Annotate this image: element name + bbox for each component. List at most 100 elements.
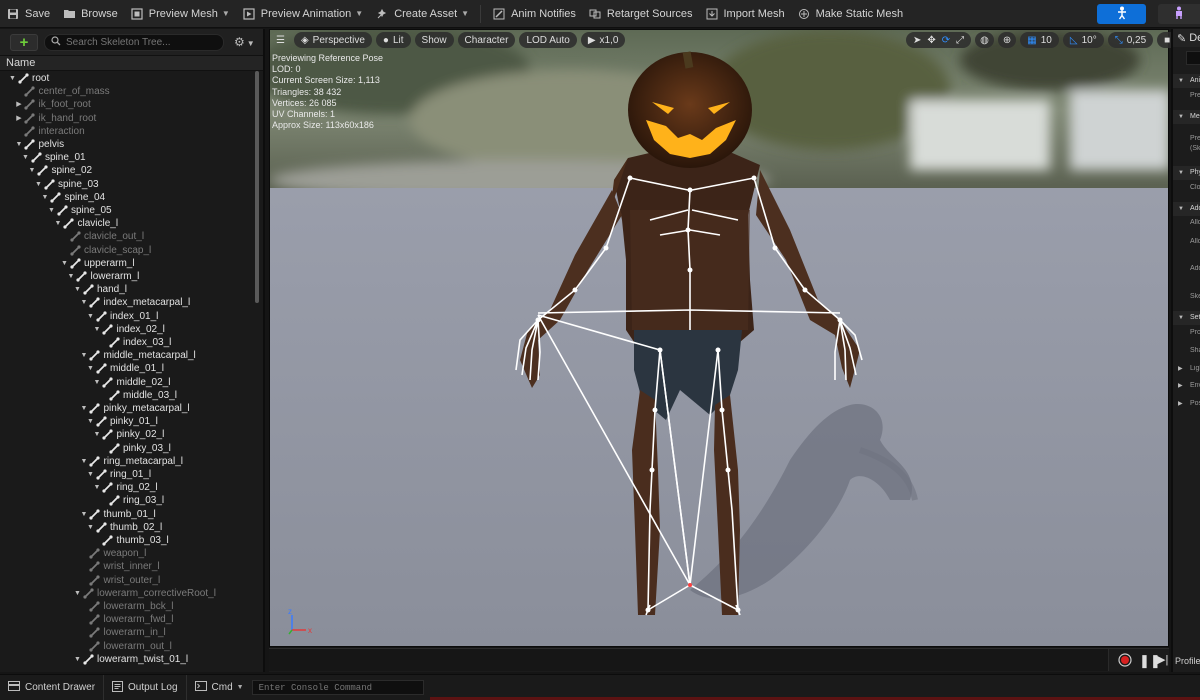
bone-row[interactable]: ▼ pinky_metacarpal_l bbox=[80, 402, 190, 415]
details-property-row[interactable]: ▶ Pos bbox=[1173, 400, 1200, 407]
bone-row[interactable]: ▼ pinky_02_l bbox=[93, 428, 165, 441]
bone-row[interactable]: lowerarm_fwd_l bbox=[80, 613, 174, 626]
bone-row[interactable]: pinky_03_l bbox=[99, 442, 171, 455]
add-bone-button[interactable]: + bbox=[10, 33, 38, 51]
bone-row[interactable]: ▼ spine_05 bbox=[47, 204, 112, 217]
tree-settings-dropdown[interactable]: ⚙ ▼ bbox=[234, 35, 255, 49]
bone-row[interactable]: ▼ thumb_01_l bbox=[80, 508, 156, 521]
skeleton-search-box[interactable] bbox=[44, 33, 224, 51]
bone-row[interactable]: ▶ ik_foot_root bbox=[15, 98, 90, 111]
expand-arrow-icon[interactable]: ▼ bbox=[93, 376, 102, 389]
skeleton-mode-button[interactable] bbox=[1097, 4, 1146, 24]
bone-row[interactable]: ▼ spine_03 bbox=[34, 178, 99, 191]
rotate-icon[interactable]: ⟳ bbox=[942, 35, 950, 46]
chevron-down-icon[interactable]: ▼ bbox=[1178, 311, 1184, 325]
select-arrow-icon[interactable]: ➤ bbox=[913, 35, 921, 46]
make-static-mesh-button[interactable]: Make Static Mesh bbox=[791, 0, 909, 28]
details-section-header[interactable]: ▼ Anim bbox=[1173, 74, 1200, 88]
create-asset-dropdown[interactable]: Create Asset ▼ bbox=[369, 0, 475, 28]
bone-row[interactable]: ring_03_l bbox=[99, 494, 164, 507]
bone-row[interactable]: ▼ middle_01_l bbox=[86, 362, 164, 375]
bone-row[interactable]: ▼ spine_01 bbox=[21, 151, 86, 164]
grid-snap-button[interactable]: ▦ 10 bbox=[1020, 32, 1059, 48]
details-search-input[interactable] bbox=[1186, 51, 1200, 65]
lod-button[interactable]: LOD Auto bbox=[519, 32, 577, 48]
cmd-dropdown[interactable]: Cmd bbox=[212, 682, 233, 693]
expand-arrow-icon[interactable]: ▼ bbox=[73, 653, 82, 666]
expand-arrow-icon[interactable]: ▼ bbox=[80, 508, 89, 521]
bone-row[interactable]: ▼ spine_02 bbox=[28, 164, 93, 177]
bone-row[interactable]: middle_03_l bbox=[99, 389, 177, 402]
bone-row[interactable]: weapon_l bbox=[80, 547, 146, 560]
bone-row[interactable]: ▼ index_01_l bbox=[86, 310, 158, 323]
expand-arrow-icon[interactable]: ▼ bbox=[93, 428, 102, 441]
bone-row[interactable]: ▼ middle_02_l bbox=[93, 376, 171, 389]
expand-arrow-icon[interactable]: ▼ bbox=[15, 138, 24, 151]
bone-row[interactable]: ▼ lowerarm_correctiveRoot_l bbox=[73, 587, 216, 600]
bone-row[interactable]: wrist_outer_l bbox=[80, 574, 160, 587]
expand-arrow-icon[interactable]: ▼ bbox=[80, 349, 89, 362]
details-property-row[interactable]: ▶ Ligh bbox=[1173, 365, 1200, 372]
bone-row[interactable]: lowerarm_bck_l bbox=[80, 600, 174, 613]
console-command-box[interactable] bbox=[251, 680, 424, 695]
chevron-down-icon[interactable]: ▼ bbox=[1178, 202, 1184, 216]
expand-arrow-icon[interactable]: ▼ bbox=[21, 151, 30, 164]
anim-notifies-button[interactable]: Anim Notifies bbox=[486, 0, 582, 28]
translate-icon[interactable]: ✥ bbox=[927, 35, 935, 46]
scale-icon[interactable]: ⤢ bbox=[956, 35, 964, 46]
details-property-row[interactable]: Ske bbox=[1173, 293, 1200, 300]
play-rate-button[interactable]: ▶ x1,0 bbox=[580, 32, 626, 48]
console-command-input[interactable] bbox=[258, 682, 419, 693]
chevron-down-icon[interactable]: ▼ bbox=[1178, 74, 1184, 88]
expand-arrow-icon[interactable]: ▼ bbox=[93, 323, 102, 336]
details-property-row[interactable]: (Ske bbox=[1173, 145, 1200, 152]
retarget-sources-button[interactable]: Retarget Sources bbox=[582, 0, 699, 28]
bone-row[interactable]: ▼ ring_02_l bbox=[93, 481, 158, 494]
bone-row[interactable]: center_of_mass bbox=[15, 85, 110, 98]
bone-row[interactable]: clavicle_out_l bbox=[60, 230, 144, 243]
character-button[interactable]: Character bbox=[457, 32, 516, 48]
expand-arrow-icon[interactable]: ▼ bbox=[47, 204, 56, 217]
chevron-down-icon[interactable]: ▼ bbox=[1178, 166, 1184, 180]
collapse-arrow-icon[interactable]: ▶ bbox=[15, 112, 24, 125]
expand-arrow-icon[interactable]: ▼ bbox=[8, 72, 17, 85]
expand-arrow-icon[interactable]: ▼ bbox=[34, 178, 43, 191]
profile-label[interactable]: Profile bbox=[1175, 656, 1200, 666]
bone-row[interactable]: ▼ ring_01_l bbox=[86, 468, 151, 481]
details-section-header[interactable]: ▼ Phy bbox=[1173, 166, 1200, 180]
bone-row[interactable]: ▼ hand_l bbox=[73, 283, 127, 296]
details-property-row[interactable]: Add bbox=[1173, 265, 1200, 272]
tree-scrollbar[interactable] bbox=[255, 71, 259, 303]
bone-row[interactable]: ▼ thumb_02_l bbox=[86, 521, 162, 534]
bone-row[interactable]: index_03_l bbox=[99, 336, 171, 349]
expand-arrow-icon[interactable]: ▼ bbox=[67, 270, 76, 283]
details-property-row[interactable]: Prof bbox=[1173, 329, 1200, 336]
expand-arrow-icon[interactable]: ▼ bbox=[41, 191, 50, 204]
details-property-row[interactable]: Sha bbox=[1173, 347, 1200, 354]
expand-arrow-icon[interactable]: ▼ bbox=[28, 164, 37, 177]
surface-snap-toggle[interactable]: ⊕ bbox=[997, 32, 1017, 48]
bone-row[interactable]: ▼ index_02_l bbox=[93, 323, 165, 336]
import-mesh-button[interactable]: Import Mesh bbox=[699, 0, 791, 28]
expand-arrow-icon[interactable]: ▼ bbox=[86, 468, 95, 481]
collapse-arrow-icon[interactable]: ▶ bbox=[15, 98, 24, 111]
viewport-menu-button[interactable]: ☰ bbox=[271, 32, 290, 48]
mesh-mode-button[interactable] bbox=[1158, 4, 1200, 24]
expand-arrow-icon[interactable]: ▼ bbox=[80, 455, 89, 468]
expand-arrow-icon[interactable]: ▼ bbox=[86, 310, 95, 323]
bone-row[interactable]: ▼ index_metacarpal_l bbox=[80, 296, 191, 309]
details-section-header[interactable]: ▼ Add bbox=[1173, 202, 1200, 216]
expand-arrow-icon[interactable]: ▼ bbox=[86, 521, 95, 534]
browse-button[interactable]: Browse bbox=[56, 0, 124, 28]
expand-arrow-icon[interactable]: ▼ bbox=[80, 402, 89, 415]
chevron-down-icon[interactable]: ▼ bbox=[1178, 110, 1184, 124]
skeleton-search-input[interactable] bbox=[66, 36, 216, 48]
expand-arrow-icon[interactable]: ▼ bbox=[60, 257, 69, 270]
record-button[interactable] bbox=[1118, 653, 1132, 670]
output-log-button[interactable]: Output Log bbox=[104, 674, 187, 700]
details-tab[interactable]: ✎De bbox=[1173, 29, 1200, 47]
world-local-toggle[interactable]: ◍ bbox=[975, 32, 994, 48]
show-button[interactable]: Show bbox=[414, 32, 454, 48]
scale-snap-button[interactable]: ⤡ 0,25 bbox=[1107, 32, 1154, 48]
bone-row[interactable]: ▼ upperarm_l bbox=[60, 257, 135, 270]
